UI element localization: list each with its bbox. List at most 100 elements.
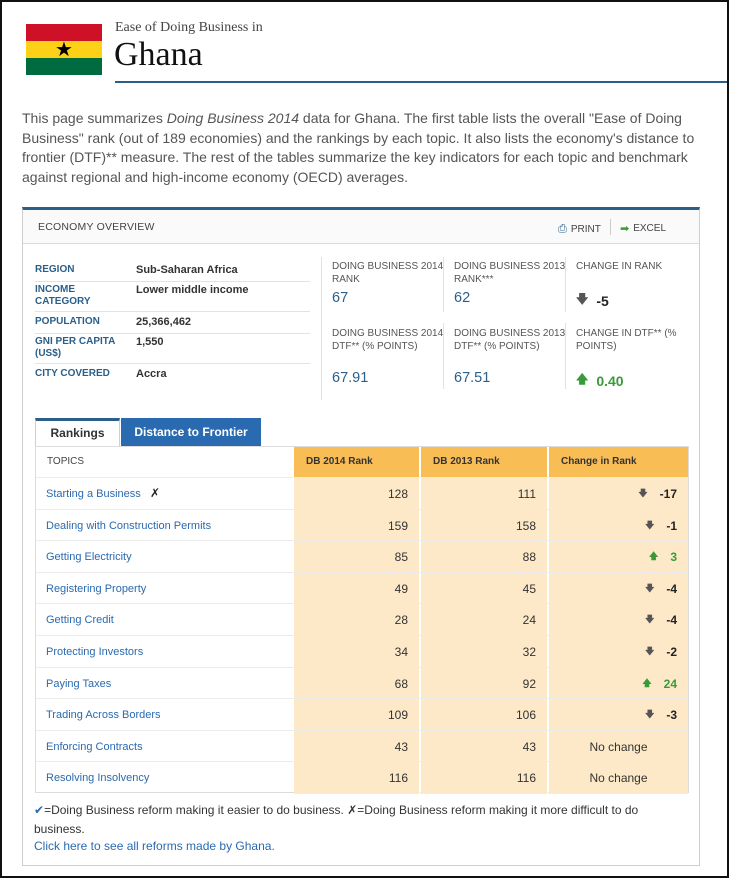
db2014-rank-cell: 43 bbox=[294, 730, 420, 763]
db2013-rank-cell: 88 bbox=[421, 541, 548, 574]
table-row: Enforcing Contracts 43 43 No change bbox=[36, 729, 688, 763]
topic-link[interactable]: Enforcing Contracts bbox=[46, 731, 143, 763]
db2013-dtf-label: DOING BUSINESS 2013 DTF** (% POINTS) bbox=[454, 328, 566, 352]
db2013-rank-cell: 158 bbox=[421, 509, 548, 542]
fact-row-population: POPULATION 25,366,462 bbox=[35, 316, 310, 334]
db2014-rank-cell: 28 bbox=[294, 604, 420, 637]
panel-title: ECONOMY OVERVIEW bbox=[38, 221, 155, 233]
table-row: Getting Credit 28 24 🡇 -4 bbox=[36, 603, 688, 637]
topic-link[interactable]: Getting Credit bbox=[46, 604, 114, 636]
table-row: Resolving Insolvency 116 116 No change bbox=[36, 761, 688, 795]
arrow-down-icon: 🡇 bbox=[576, 292, 589, 306]
table-row: Getting Electricity 85 88 🡅 3 bbox=[36, 540, 688, 574]
change-dtf-label: CHANGE IN DTF** (% POINTS) bbox=[576, 328, 677, 352]
tab-distance-to-frontier[interactable]: Distance to Frontier bbox=[121, 418, 261, 446]
no-change-label: No change bbox=[589, 771, 648, 786]
change-value: 🡇 -4 bbox=[645, 573, 677, 605]
db2014-rank-cell: 34 bbox=[294, 636, 420, 668]
table-row: Registering Property 49 45 🡇 -4 bbox=[36, 571, 688, 605]
tab-rankings[interactable]: Rankings bbox=[35, 418, 120, 446]
change-rank-cell: 🡇 -3 bbox=[549, 699, 688, 732]
db2014-rank-cell: 85 bbox=[294, 541, 420, 574]
change-value: 🡅 24 bbox=[642, 668, 677, 700]
change-value: 🡇 -1 bbox=[645, 510, 677, 542]
change-rank-cell: 🡅 3 bbox=[549, 541, 688, 574]
topic-link[interactable]: Paying Taxes bbox=[46, 668, 111, 700]
toolbar-divider bbox=[610, 219, 611, 235]
db2014-rank-label: DOING BUSINESS 2014 RANK bbox=[332, 261, 444, 285]
db2014-rank-cell: 49 bbox=[294, 572, 420, 605]
column-header-topics: TOPICS bbox=[36, 447, 294, 477]
header-divider bbox=[115, 81, 727, 83]
change-rank-cell: 🡇 -17 bbox=[549, 478, 688, 510]
db2014-rank-cell: 159 bbox=[294, 509, 420, 542]
table-row: Dealing with Construction Permits 159 158 🡇… bbox=[36, 508, 688, 542]
db2013-rank-label: DOING BUSINESS 2013 RANK*** bbox=[454, 261, 566, 285]
topic-link[interactable]: Protecting Investors bbox=[46, 636, 143, 668]
change-rank-cell: 🡅 24 bbox=[549, 667, 688, 700]
fact-row-income: INCOME CATEGORY Lower middle income bbox=[35, 284, 310, 312]
column-header-change[interactable]: Change in Rank bbox=[549, 447, 688, 477]
export-arrow-icon: ➡ bbox=[620, 222, 630, 235]
topic-link[interactable]: Starting a Business bbox=[46, 478, 141, 510]
db2013-rank-cell: 116 bbox=[421, 762, 548, 795]
change-rank-label: CHANGE IN RANK bbox=[576, 261, 663, 272]
fact-row-city: CITY COVERED Accra bbox=[35, 368, 167, 380]
db2013-rank-cell: 32 bbox=[421, 636, 548, 668]
change-value: 🡇 -3 bbox=[645, 699, 677, 731]
change-rank-cell: No change bbox=[549, 730, 688, 763]
table-row: Trading Across Borders 109 106 🡇 -3 bbox=[36, 698, 688, 732]
change-value: 🡇 -2 bbox=[645, 636, 677, 668]
change-value: 🡅 3 bbox=[649, 541, 677, 573]
fact-row-region: REGION Sub-Saharan Africa bbox=[35, 264, 310, 282]
panel-header: ECONOMY OVERVIEW ⎙ PRINT ➡ EXCEL bbox=[23, 210, 699, 244]
db2013-rank-cell: 92 bbox=[421, 667, 548, 700]
db2014-rank-cell: 116 bbox=[294, 762, 420, 795]
topic-link[interactable]: Registering Property bbox=[46, 573, 146, 605]
db2013-rank-cell: 24 bbox=[421, 604, 548, 637]
table-row: Starting a Business ✗ 128 111 🡇 -17 bbox=[36, 477, 688, 510]
excel-button[interactable]: ➡ EXCEL bbox=[620, 222, 666, 235]
column-header-db2014[interactable]: DB 2014 Rank bbox=[294, 447, 420, 477]
change-value: 🡇 -4 bbox=[645, 604, 677, 636]
topic-link[interactable]: Resolving Insolvency bbox=[46, 762, 149, 794]
cross-icon: ✗ bbox=[347, 803, 358, 817]
cross-icon: ✗ bbox=[150, 486, 161, 500]
page-title: Ghana bbox=[114, 36, 203, 73]
change-dtf-value: 🡅 0.40 bbox=[576, 370, 624, 391]
arrow-up-icon: 🡅 bbox=[642, 678, 652, 689]
arrow-down-icon: 🡇 bbox=[645, 583, 655, 594]
arrow-down-icon: 🡇 bbox=[638, 489, 648, 499]
all-reforms-link[interactable]: Click here to see all reforms made by Gh… bbox=[34, 839, 275, 853]
db2014-rank-cell: 68 bbox=[294, 667, 420, 700]
topic-link[interactable]: Trading Across Borders bbox=[46, 699, 161, 731]
rankings-table: TOPICS DB 2014 Rank DB 2013 Rank Change … bbox=[35, 446, 689, 795]
change-rank-cell: 🡇 -4 bbox=[549, 604, 688, 637]
db2014-rank-value: 67 bbox=[332, 290, 349, 306]
db2013-rank-value: 62 bbox=[454, 290, 471, 306]
change-rank-cell: 🡇 -4 bbox=[549, 572, 688, 605]
no-change-label: No change bbox=[589, 739, 648, 754]
column-header-db2013[interactable]: DB 2013 Rank bbox=[421, 447, 548, 477]
economy-overview-panel: ECONOMY OVERVIEW ⎙ PRINT ➡ EXCEL REGION … bbox=[22, 207, 700, 866]
flag-star-icon: ★ bbox=[55, 37, 73, 61]
change-rank-cell: 🡇 -1 bbox=[549, 509, 688, 542]
topic-link[interactable]: Getting Electricity bbox=[46, 541, 132, 573]
db2014-rank-cell: 109 bbox=[294, 699, 420, 732]
change-rank-cell: No change bbox=[549, 762, 688, 795]
table-row: Protecting Investors 34 32 🡇 -2 bbox=[36, 635, 688, 668]
topic-link[interactable]: Dealing with Construction Permits bbox=[46, 510, 211, 542]
db2013-rank-cell: 111 bbox=[421, 478, 548, 510]
fact-row-gni: GNI PER CAPITA (US$) 1,550 bbox=[35, 336, 310, 364]
intro-paragraph: This page summarizes Doing Business 2014… bbox=[22, 110, 695, 185]
arrow-up-icon: 🡅 bbox=[576, 372, 589, 386]
db2014-dtf-label: DOING BUSINESS 2014 DTF** (% POINTS) bbox=[332, 328, 444, 352]
change-value: 🡇 -17 bbox=[638, 478, 677, 510]
print-button[interactable]: ⎙ PRINT bbox=[558, 222, 601, 236]
arrow-down-icon: 🡇 bbox=[645, 615, 655, 626]
db2013-rank-cell: 43 bbox=[421, 730, 548, 763]
reform-legend: ✔=Doing Business reform making it easier… bbox=[34, 803, 639, 836]
arrow-down-icon: 🡇 bbox=[645, 710, 655, 721]
change-rank-value: 🡇 -5 bbox=[576, 290, 609, 311]
arrow-up-icon: 🡅 bbox=[649, 552, 659, 563]
